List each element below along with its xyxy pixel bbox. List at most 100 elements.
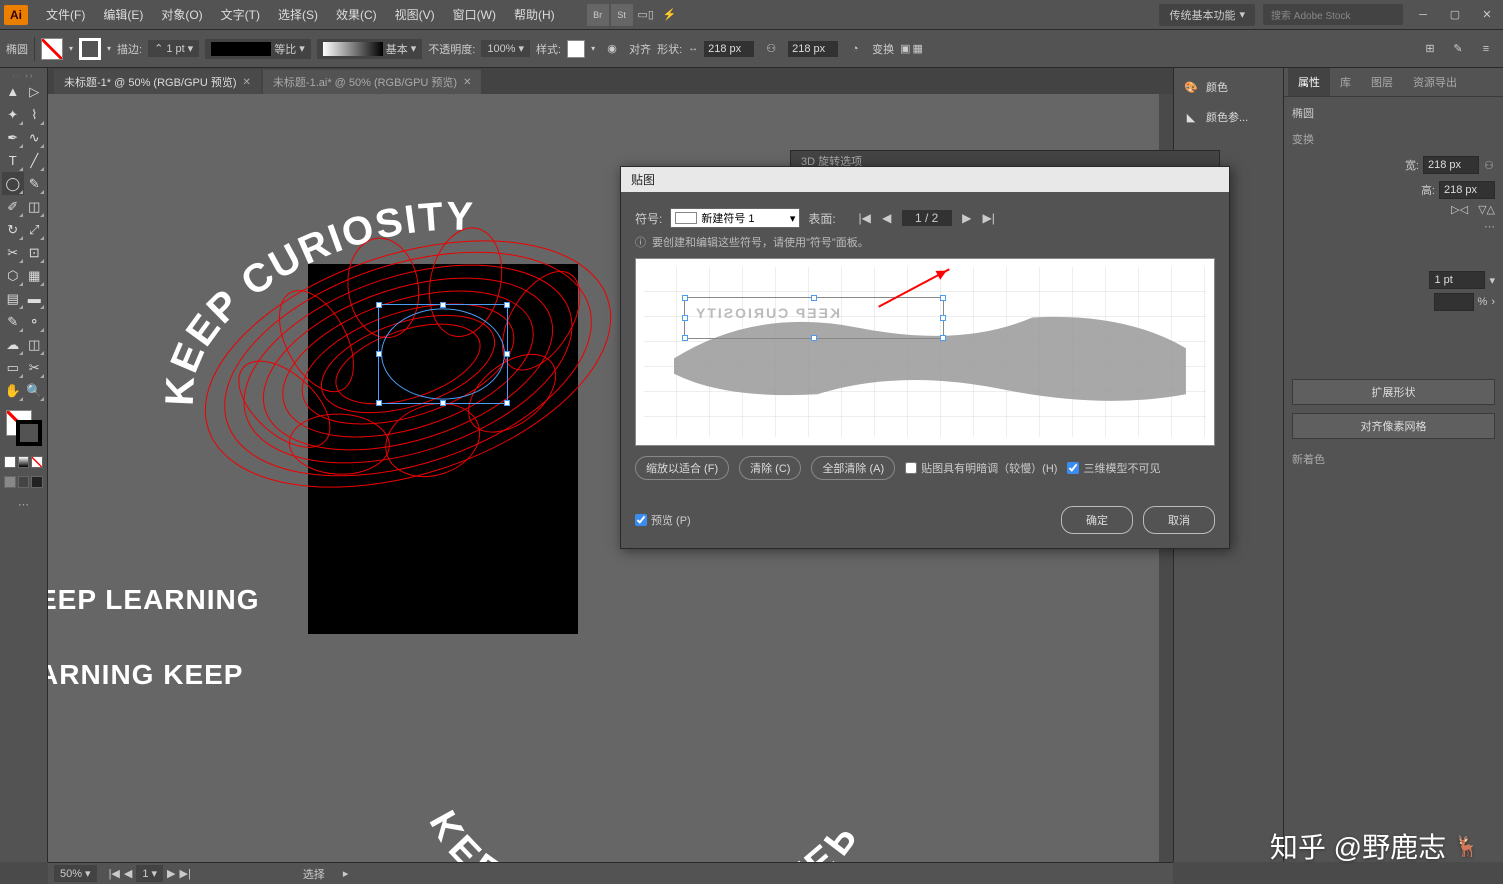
link-wh-icon[interactable]: ⚇ (760, 38, 782, 60)
screen-mode-present[interactable] (31, 476, 43, 488)
shaper-tool[interactable]: ✐ (2, 195, 24, 218)
flip-v-icon[interactable]: ▽△ (1478, 203, 1495, 216)
color-mode-solid[interactable] (4, 456, 16, 468)
hand-tool[interactable]: ✋ (2, 379, 24, 402)
flip-h-icon[interactable]: ▷◁ (1451, 203, 1468, 216)
eyedropper-tool[interactable]: ✎ (2, 310, 24, 333)
surface-prev-icon[interactable]: ◀ (880, 211, 894, 225)
close-icon[interactable]: ✕ (1475, 5, 1499, 25)
color-mode-gradient[interactable] (18, 456, 30, 468)
prop-width-input[interactable] (1423, 156, 1479, 174)
arrange-icon[interactable]: ▭▯ (635, 4, 657, 26)
search-input[interactable]: 搜索 Adobe Stock (1263, 4, 1403, 25)
annotate-icon[interactable]: ✎ (1447, 38, 1469, 60)
color-mode-none[interactable] (31, 456, 43, 468)
curvature-tool[interactable]: ∿ (24, 126, 46, 149)
dialog-title[interactable]: 贴图 (621, 167, 1229, 192)
tab-properties[interactable]: 属性 (1288, 68, 1330, 96)
preview-checkbox[interactable]: 预览 (P) (635, 512, 691, 528)
snap-icon[interactable]: ⊞ (1419, 38, 1441, 60)
mesh-tool[interactable]: ▤ (2, 287, 24, 310)
clear-button[interactable]: 清除 (C) (739, 456, 801, 480)
transform-label[interactable]: 变换 (872, 41, 894, 57)
expand-shape-button[interactable]: 扩展形状 (1292, 379, 1495, 405)
isolate-icon[interactable]: ▣ (900, 42, 910, 55)
pen-tool[interactable]: ✒ (2, 126, 24, 149)
align-pixel-grid-button[interactable]: 对齐像素网格 (1292, 413, 1495, 439)
recolor-label[interactable]: 新着色 (1292, 451, 1495, 467)
nav-last-icon[interactable]: ▶| (179, 867, 190, 880)
maximize-icon[interactable]: ▢ (1443, 5, 1467, 25)
color-swatches[interactable] (4, 408, 44, 448)
nav-first-icon[interactable]: |◀ (109, 867, 120, 880)
prop-stroke-input[interactable] (1429, 271, 1485, 289)
document-tab[interactable]: 未标题-1.ai* @ 50% (RGB/GPU 预览)✕ (263, 69, 482, 94)
stroke-profile-select[interactable]: 等比 ▾ (205, 39, 311, 59)
menu-window[interactable]: 窗口(W) (445, 2, 504, 27)
color-guide-panel-button[interactable]: ◣颜色参... (1178, 102, 1279, 132)
document-tab[interactable]: 未标题-1* @ 50% (RGB/GPU 预览)✕ (54, 69, 261, 94)
width-tool[interactable]: ✂ (2, 241, 24, 264)
align-icons-group[interactable]: ▣ ▦ (900, 42, 923, 55)
menu-help[interactable]: 帮助(H) (506, 2, 563, 27)
ok-button[interactable]: 确定 (1061, 506, 1133, 534)
menu-type[interactable]: 文字(T) (213, 2, 268, 27)
recolor-icon[interactable]: ◉ (601, 38, 623, 60)
zoom-tool[interactable]: 🔍 (24, 379, 46, 402)
line-tool[interactable]: ╱ (24, 149, 46, 172)
tab-close-icon[interactable]: ✕ (243, 77, 251, 88)
bridge-icon[interactable]: Br (587, 4, 609, 26)
selection-bounds[interactable] (378, 304, 508, 404)
direct-selection-tool[interactable]: ▷ (24, 80, 46, 103)
menu-effect[interactable]: 效果(C) (328, 2, 385, 27)
menu-file[interactable]: 文件(F) (38, 2, 93, 27)
slice-tool[interactable]: ✂ (24, 356, 46, 379)
prop-height-input[interactable] (1439, 181, 1495, 199)
screen-mode-normal[interactable] (4, 476, 16, 488)
scale-tool[interactable]: ⤢ (24, 218, 46, 241)
menu-object[interactable]: 对象(O) (153, 2, 210, 27)
map-preview[interactable]: KEEP CURIOSITY (635, 258, 1215, 446)
width-input[interactable] (704, 41, 754, 57)
blend-tool[interactable]: ⚬ (24, 310, 46, 333)
gradient-tool[interactable]: ▬ (24, 287, 46, 310)
free-transform-tool[interactable]: ⊡ (24, 241, 46, 264)
tab-libraries[interactable]: 库 (1330, 68, 1361, 96)
tab-asset-export[interactable]: 资源导出 (1403, 68, 1467, 96)
clear-all-button[interactable]: 全部清除 (A) (811, 456, 895, 480)
invisible-geometry-checkbox[interactable]: 三维模型不可见 (1067, 460, 1160, 476)
surface-last-icon[interactable]: ▶| (982, 211, 996, 225)
tab-close-icon[interactable]: ✕ (463, 77, 471, 88)
workspace-switcher[interactable]: 传统基本功能▾ (1159, 4, 1255, 26)
pie-icon[interactable]: ◔ (844, 38, 866, 60)
stroke-brush-select[interactable]: 基本 ▾ (317, 39, 423, 59)
cancel-button[interactable]: 取消 (1143, 506, 1215, 534)
gpu-icon[interactable]: ⚡ (659, 4, 681, 26)
type-tool[interactable]: T (2, 149, 24, 172)
stroke-width-input[interactable]: ⌃ 1 pt ▾ (148, 40, 199, 57)
fill-swatch[interactable] (41, 38, 63, 60)
prop-opacity-input[interactable] (1434, 293, 1474, 311)
brush-tool[interactable]: ✎ (24, 172, 46, 195)
graph-tool[interactable]: ◫ (24, 333, 46, 356)
opacity-input[interactable]: 100% ▾ (481, 40, 530, 57)
style-swatch[interactable] (567, 40, 585, 58)
nav-prev-icon[interactable]: ◀ (124, 867, 132, 880)
zoom-select[interactable]: 50% ▾ (54, 865, 97, 882)
color-panel-button[interactable]: 🎨颜色 (1178, 72, 1279, 102)
lasso-tool[interactable]: ⌇ (24, 103, 46, 126)
menu-view[interactable]: 视图(V) (387, 2, 443, 27)
toolbar-grip[interactable]: ∙∙ ›› (2, 70, 45, 80)
rotate-tool[interactable]: ↻ (2, 218, 24, 241)
stroke-swatch[interactable] (79, 38, 101, 60)
panel-menu-icon[interactable]: ≡ (1475, 38, 1497, 60)
symbol-sprayer-tool[interactable]: ☁ (2, 333, 24, 356)
link-dimensions-icon[interactable]: ⚇ (1483, 153, 1495, 177)
shade-checkbox[interactable]: 贴图具有明暗调（较慢）(H) (905, 460, 1057, 476)
stroke-color[interactable] (16, 420, 42, 446)
edit-toolbar-icon[interactable]: ⋯ (18, 498, 29, 511)
symbol-select[interactable]: 新建符号 1▾ (670, 208, 800, 228)
ellipse-tool[interactable]: ◯ (2, 172, 24, 195)
perspective-tool[interactable]: ▦ (24, 264, 46, 287)
stock-icon[interactable]: St (611, 4, 633, 26)
